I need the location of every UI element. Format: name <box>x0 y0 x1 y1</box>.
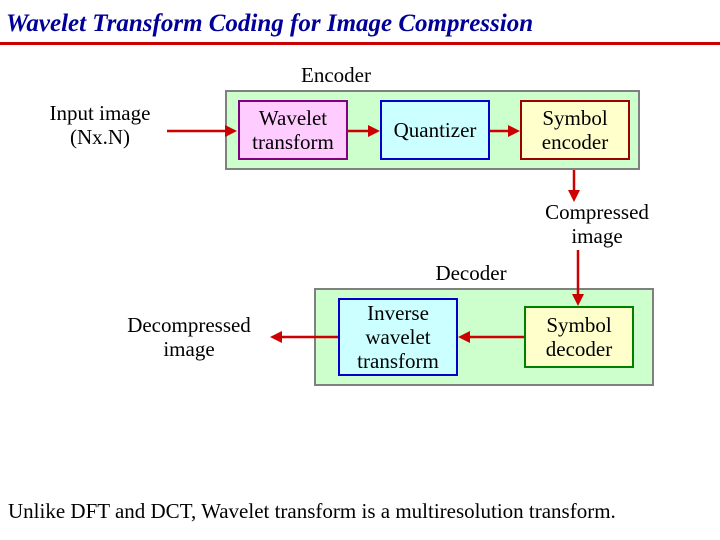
arrow-symboldec-to-inverse <box>458 329 524 345</box>
symbol-encoder-block: Symbol encoder <box>520 100 630 160</box>
page-title: Wavelet Transform Coding for Image Compr… <box>0 0 720 42</box>
arrow-quantizer-to-symbol <box>490 123 520 139</box>
encoder-heading: Encoder <box>276 63 396 87</box>
arrow-compressed-to-decoder <box>570 250 586 306</box>
arrow-wavelet-to-quantizer <box>348 123 380 139</box>
caption-text: Unlike DFT and DCT, Wavelet transform is… <box>8 499 712 524</box>
symbol-decoder-block: Symbol decoder <box>524 306 634 368</box>
wavelet-transform-block: Wavelet transform <box>238 100 348 160</box>
input-image-label: Input image (Nx.N) <box>30 101 170 149</box>
diagram-stage: Encoder Input image (Nx.N) Wavelet trans… <box>0 45 720 475</box>
decoder-heading: Decoder <box>416 261 526 285</box>
inverse-wavelet-block: Inverse wavelet transform <box>338 298 458 376</box>
compressed-image-label: Compressed image <box>522 200 672 248</box>
arrow-inverse-to-output <box>270 329 338 345</box>
arrow-encoder-to-compressed <box>566 170 582 202</box>
arrow-input-to-wavelet <box>167 123 237 139</box>
quantizer-block: Quantizer <box>380 100 490 160</box>
decompressed-image-label: Decompressed image <box>104 313 274 361</box>
